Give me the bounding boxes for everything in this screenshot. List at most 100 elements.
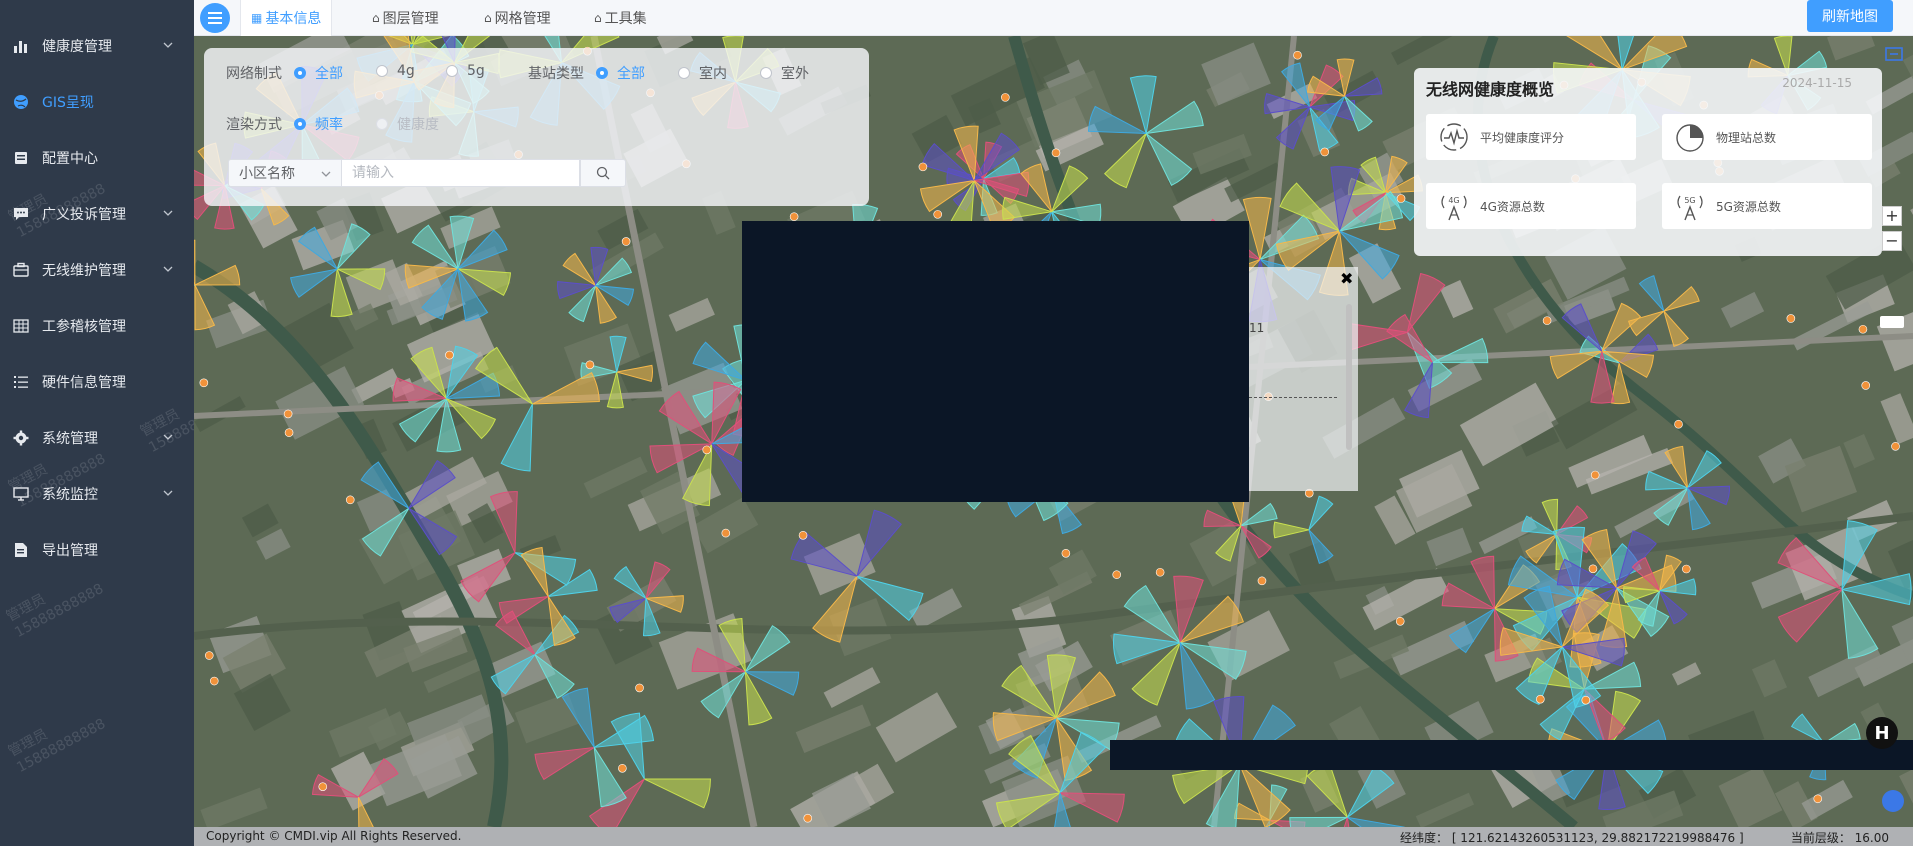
search-button[interactable] <box>580 159 626 187</box>
radio-label: 频率 <box>315 117 343 133</box>
radio-label: 室外 <box>781 66 809 82</box>
tab-layer-management[interactable]: ⌂ 图层管理 <box>362 0 449 36</box>
sidebar-item-monitor[interactable]: 系统监控 <box>0 474 194 514</box>
heartbeat-icon <box>1438 121 1470 153</box>
sidebar-item-param-audit[interactable]: 工参稽核管理 <box>0 306 194 346</box>
health-overview-panel: 无线网健康度概览 2024-11-15 平均健康度评分 物理站总数 4G 4G资… <box>1414 68 1882 256</box>
card-physical-station-total[interactable]: 物理站总数 <box>1662 114 1872 160</box>
grid-icon: ▦ <box>251 11 263 25</box>
sidebar-item-health[interactable]: 健康度管理 <box>0 26 194 66</box>
radio-label: 5g <box>467 63 485 79</box>
monitor-icon <box>12 485 30 503</box>
radio-dot <box>446 65 458 77</box>
hamburger-icon <box>208 12 222 24</box>
health-overview-title: 无线网健康度概览 <box>1426 80 1555 99</box>
radio-label: 全部 <box>617 66 645 82</box>
menu-toggle-button[interactable] <box>200 3 230 33</box>
sidebar-item-hardware[interactable]: 硬件信息管理 <box>0 362 194 402</box>
radio-dot <box>678 67 690 79</box>
sidebar-item-label: 硬件信息管理 <box>42 375 126 391</box>
watermark: 管理员 15888888888 <box>3 580 107 642</box>
zoom-out-button[interactable]: − <box>1882 231 1902 251</box>
sidebar: 健康度管理 GIS呈现 配置中心 广义投诉管理 无线维护管理 工参稽核管理 硬件信息管理 系统… <box>0 0 194 846</box>
radio-station-all[interactable]: 全部 <box>596 63 645 83</box>
tab-label: 基本信息 <box>265 11 322 27</box>
sidebar-item-label: 系统监控 <box>42 487 98 503</box>
render-mode-label: 渲染方式 <box>226 117 282 133</box>
sidebar-item-complaint[interactable]: 广义投诉管理 <box>0 194 194 234</box>
popup-divider <box>1249 397 1337 398</box>
radio-station-outdoor[interactable]: 室外 <box>760 63 809 83</box>
search-field-select[interactable]: 小区名称 <box>228 159 342 187</box>
tab-label: 工具集 <box>604 11 647 27</box>
cell-info-popup <box>1249 267 1358 491</box>
sidebar-item-system[interactable]: 系统管理 <box>0 418 194 458</box>
refresh-map-button[interactable]: 刷新地图 <box>1807 0 1893 32</box>
search-icon <box>596 166 610 180</box>
watermark: 管理员 15888888888 <box>5 715 109 777</box>
zoom-in-button[interactable]: + <box>1882 206 1902 226</box>
radio-dot <box>596 67 608 79</box>
radio-render-health: 健康度 <box>376 114 439 134</box>
sidebar-item-label: 配置中心 <box>42 151 98 167</box>
search-input[interactable] <box>342 159 580 187</box>
radio-network-all[interactable]: 全部 <box>294 63 343 83</box>
radio-label: 全部 <box>315 66 343 82</box>
radio-network-4g[interactable]: 4g <box>376 63 415 79</box>
gear-icon <box>12 429 30 447</box>
chevron-down-icon <box>163 434 173 440</box>
station-type-label: 基站类型 <box>528 66 584 82</box>
document-icon <box>12 149 30 167</box>
top-tab-bar: ▦ 基本信息 ⌂ 图层管理 ⌂ 网格管理 ⌂ 工具集 刷新地图 <box>194 0 1913 36</box>
status-footer: Copyright © CMDI.vip All Rights Reserved… <box>194 827 1913 846</box>
sidebar-item-export[interactable]: 导出管理 <box>0 530 194 570</box>
chevron-down-icon <box>163 210 173 216</box>
select-value: 小区名称 <box>239 166 295 182</box>
popup-partial-text: 11 <box>1249 321 1265 335</box>
radio-dot <box>376 65 388 77</box>
card-5g-resource-total[interactable]: 5G 5G资源总数 <box>1662 183 1872 229</box>
radio-dot <box>294 67 306 79</box>
coordinates-readout: 经纬度： [ 121.62143260531123, 29.8821722199… <box>1400 831 1744 845</box>
tab-toolset[interactable]: ⌂ 工具集 <box>584 0 657 36</box>
card-4g-resource-total[interactable]: 4G 4G资源总数 <box>1426 183 1636 229</box>
panel-toggle-button[interactable] <box>1880 316 1904 328</box>
bar-chart-icon <box>12 37 30 55</box>
list-icon <box>12 373 30 391</box>
close-icon[interactable]: ✖ <box>1340 271 1356 287</box>
sidebar-item-wireless[interactable]: 无线维护管理 <box>0 250 194 290</box>
radio-station-indoor[interactable]: 室内 <box>678 63 727 83</box>
sidebar-item-label: GIS呈现 <box>42 95 94 111</box>
chevron-down-icon <box>163 490 173 496</box>
sidebar-item-gis[interactable]: GIS呈现 <box>0 82 194 122</box>
radio-render-frequency[interactable]: 频率 <box>294 114 343 134</box>
tab-grid-management[interactable]: ⌂ 网格管理 <box>474 0 561 36</box>
dark-bottom-overlay <box>1110 740 1913 770</box>
network-type-label: 网络制式 <box>226 66 282 82</box>
radio-dot <box>760 67 772 79</box>
sidebar-item-label: 工参稽核管理 <box>42 319 126 335</box>
radio-dot <box>294 118 306 130</box>
card-avg-health-score[interactable]: 平均健康度评分 <box>1426 114 1636 160</box>
sidebar-item-config[interactable]: 配置中心 <box>0 138 194 178</box>
svg-text:4G: 4G <box>1448 196 1459 205</box>
h-badge-button[interactable]: H <box>1866 717 1898 749</box>
tab-basic-info[interactable]: ▦ 基本信息 <box>240 0 333 36</box>
tab-label: 网格管理 <box>494 11 551 27</box>
locate-button[interactable] <box>1882 790 1904 812</box>
folder-icon: ⌂ <box>372 11 380 25</box>
fullscreen-icon[interactable] <box>1884 44 1904 64</box>
radio-label: 健康度 <box>397 117 439 133</box>
card-label: 5G资源总数 <box>1716 199 1781 214</box>
chat-icon <box>12 205 30 223</box>
card-label: 平均健康度评分 <box>1480 130 1565 145</box>
radio-label: 室内 <box>699 66 727 82</box>
radio-label: 4g <box>397 63 415 79</box>
copyright-text: Copyright © CMDI.vip All Rights Reserved… <box>206 829 462 843</box>
dark-popup-overlay <box>742 221 1249 502</box>
card-label: 4G资源总数 <box>1480 199 1545 214</box>
popup-scrollbar[interactable] <box>1346 304 1352 450</box>
antenna-4g-icon: 4G <box>1438 190 1470 222</box>
folder-icon: ⌂ <box>484 11 492 25</box>
radio-network-5g[interactable]: 5g <box>446 63 485 79</box>
